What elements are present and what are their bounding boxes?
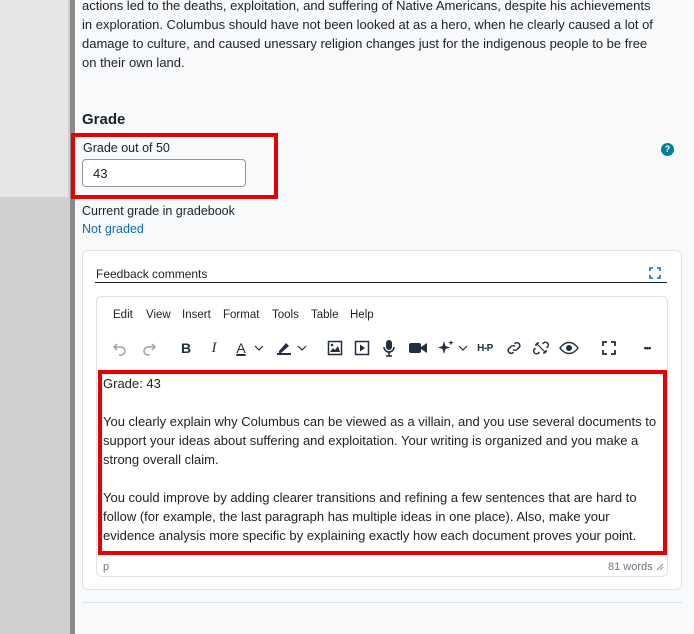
help-icon[interactable]: ?	[661, 143, 674, 156]
ai-sparkle-icon[interactable]	[435, 338, 469, 358]
menu-format[interactable]: Format	[223, 309, 259, 321]
fullscreen-icon[interactable]	[600, 338, 618, 358]
menu-help[interactable]: Help	[350, 309, 374, 321]
italic-icon[interactable]: I	[206, 338, 222, 358]
grade-highlight-box	[71, 133, 278, 199]
text-color-icon[interactable]: A	[232, 338, 268, 358]
undo-icon[interactable]	[111, 338, 129, 358]
feedback-title-underline	[95, 282, 667, 283]
expand-icon[interactable]	[649, 267, 661, 279]
element-path[interactable]: p	[103, 561, 109, 573]
submission-text: actions led to the deaths, exploitation,…	[82, 0, 653, 70]
menu-edit[interactable]: Edit	[113, 309, 133, 321]
bold-icon[interactable]: B	[178, 338, 194, 358]
resize-handle-icon[interactable]	[656, 563, 664, 571]
accessibility-checker-icon[interactable]	[558, 338, 580, 358]
feedback-title: Feedback comments	[96, 267, 208, 281]
grade-heading: Grade	[82, 111, 126, 128]
unlink-icon[interactable]	[532, 338, 550, 358]
menu-table[interactable]: Table	[311, 309, 339, 321]
menu-view[interactable]: View	[146, 309, 171, 321]
word-count[interactable]: 81 words	[608, 561, 653, 573]
text-color-letter: A	[236, 340, 246, 356]
left-panel	[0, 0, 68, 197]
h5p-icon[interactable]: H-P	[474, 338, 496, 358]
more-icon[interactable]: •••	[637, 338, 657, 358]
section-divider	[82, 602, 682, 603]
highlight-color-icon[interactable]	[273, 338, 309, 358]
not-graded-link[interactable]: Not graded	[82, 222, 144, 236]
current-grade-label: Current grade in gradebook	[82, 204, 235, 218]
image-icon[interactable]	[326, 338, 344, 358]
menu-tools[interactable]: Tools	[272, 309, 299, 321]
menu-insert[interactable]: Insert	[182, 309, 211, 321]
video-icon[interactable]	[407, 338, 429, 358]
redo-icon[interactable]	[140, 338, 158, 358]
media-icon[interactable]	[353, 338, 371, 358]
microphone-icon[interactable]	[380, 338, 398, 358]
link-icon[interactable]	[505, 338, 523, 358]
feedback-highlight-box	[98, 370, 667, 555]
